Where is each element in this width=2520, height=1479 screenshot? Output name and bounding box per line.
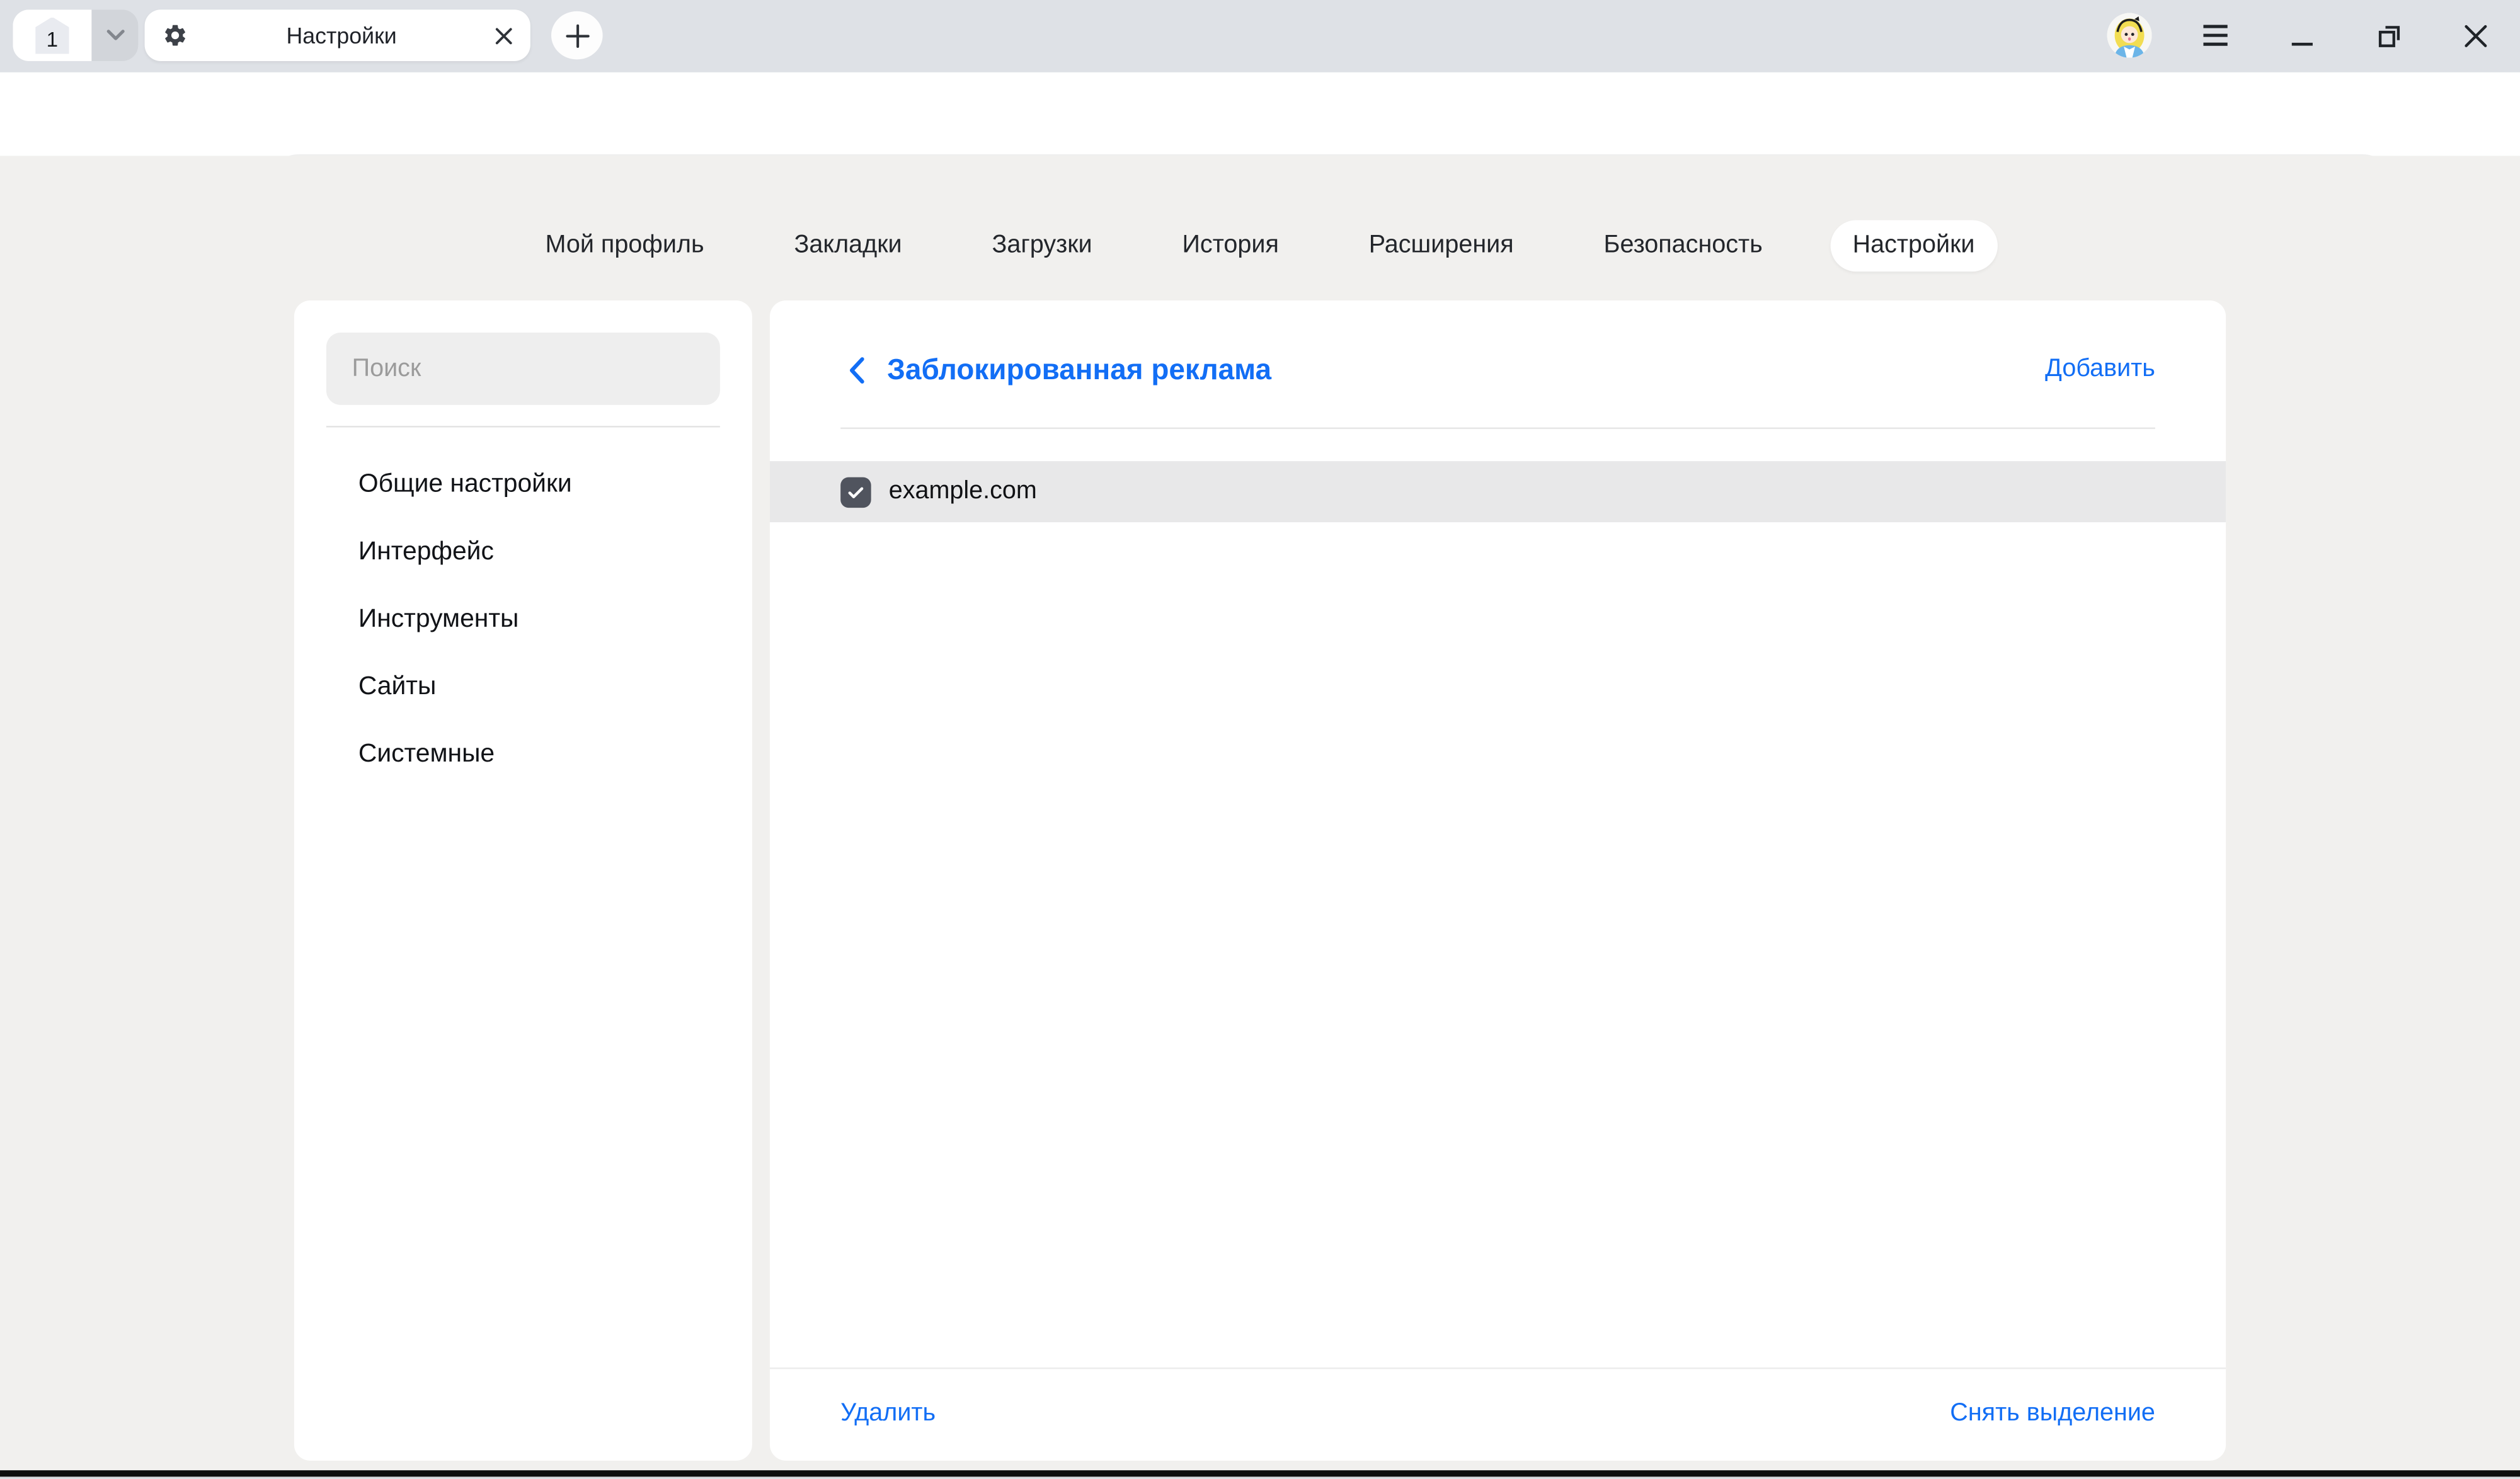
tab-bookmarks[interactable]: Закладки (772, 220, 925, 271)
settings-nav-tabs: Мой профиль Закладки Загрузки История Ра… (0, 219, 2520, 273)
tab-group-button[interactable]: 1 (13, 9, 91, 61)
new-tab-icon (565, 23, 589, 47)
settings-page: Мой профиль Закладки Загрузки История Ра… (0, 156, 2520, 1470)
panel-footer: Удалить Снять выделение (840, 1368, 2155, 1461)
tab-count: 1 (47, 26, 58, 50)
tab-settings[interactable]: Настройки (1830, 220, 1997, 271)
minimize-icon (2289, 24, 2313, 47)
sidebar-list: Общие настройки Интерфейс Инструменты Са… (294, 452, 752, 789)
profile-avatar[interactable] (2107, 13, 2151, 57)
close-window-button[interactable] (2449, 9, 2501, 61)
tab-group-control[interactable]: 1 (13, 9, 138, 61)
panel-header: Заблокированная реклама Добавить (840, 317, 2155, 423)
window-bottom-sliver (0, 1476, 2520, 1478)
tab-downloads[interactable]: Загрузки (970, 220, 1115, 271)
tab-profile[interactable]: Мой профиль (523, 220, 727, 271)
row-checkbox[interactable] (840, 476, 871, 506)
restore-button[interactable] (2362, 9, 2414, 61)
browser-tab-settings[interactable]: Настройки (145, 9, 530, 61)
browser-window: 1 Настройки (0, 0, 2520, 1478)
blocked-ads-panel: Заблокированная реклама Добавить example… (770, 300, 2226, 1461)
sidebar-divider (326, 426, 720, 428)
tab-title: Настройки (188, 23, 495, 49)
tab-list-dropdown[interactable] (91, 9, 138, 61)
menu-icon (2201, 24, 2228, 47)
tab-group-badge: 1 (35, 17, 69, 54)
minimize-button[interactable] (2276, 9, 2327, 61)
sidebar-item-general[interactable]: Общие настройки (294, 452, 752, 519)
restore-icon (2374, 21, 2402, 49)
browser-toolbar: Я Y settings Настройки (0, 72, 2520, 156)
close-tab-button[interactable] (495, 26, 513, 44)
window-bottom-edge (0, 1470, 2520, 1476)
browser-menu-button[interactable] (2189, 9, 2240, 61)
sidebar-item-interface[interactable]: Интерфейс (294, 519, 752, 586)
close-window-icon (2463, 23, 2487, 47)
blocked-ad-row[interactable]: example.com (770, 461, 2226, 522)
deselect-button[interactable]: Снять выделение (1950, 1400, 2155, 1429)
new-tab-button[interactable] (551, 11, 603, 60)
chevron-down-icon (105, 29, 125, 42)
check-icon (845, 481, 866, 502)
tab-extensions[interactable]: Расширения (1346, 220, 1536, 271)
tab-strip: 1 Настройки (0, 0, 2520, 72)
add-button[interactable]: Добавить (2045, 355, 2155, 384)
sidebar-item-system[interactable]: Системные (294, 721, 752, 789)
panel-back-button[interactable] (840, 352, 873, 387)
sidebar-item-sites[interactable]: Сайты (294, 654, 752, 721)
blocked-domain: example.com (889, 477, 1037, 506)
sidebar-item-tools[interactable]: Инструменты (294, 586, 752, 654)
tab-history[interactable]: История (1160, 220, 1302, 271)
gear-icon (163, 23, 188, 49)
delete-button[interactable]: Удалить (840, 1400, 936, 1429)
tab-security[interactable]: Безопасность (1581, 220, 1785, 271)
settings-sidebar: Общие настройки Интерфейс Инструменты Са… (294, 300, 752, 1461)
page-title: Заблокированная реклама (887, 353, 1271, 387)
header-divider (840, 428, 2155, 430)
search-input[interactable] (326, 333, 720, 405)
